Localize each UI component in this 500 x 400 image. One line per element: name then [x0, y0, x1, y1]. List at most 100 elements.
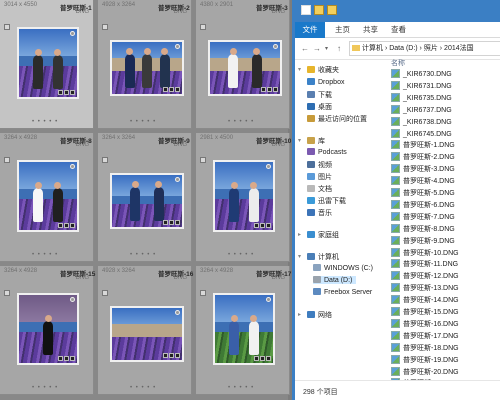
folder-icon[interactable]: [314, 5, 324, 15]
nav-documents[interactable]: 文档: [307, 184, 332, 194]
nav-freebox[interactable]: Freebox Server: [313, 288, 372, 296]
nav-network[interactable]: 网络: [307, 310, 332, 320]
flag-checkbox[interactable]: [4, 157, 10, 163]
rating-dots[interactable]: • • • • •: [32, 119, 58, 125]
nav-homegroup[interactable]: 家庭组: [307, 230, 339, 240]
file-list-item[interactable]: 普罗旺斯-2.DNG: [391, 152, 455, 163]
file-list-item[interactable]: 普罗旺斯-15.DNG: [391, 307, 459, 318]
nav-desktop[interactable]: 桌面: [307, 102, 332, 112]
nav-music[interactable]: 音乐: [307, 208, 332, 218]
rotate-icon[interactable]: [175, 177, 180, 182]
grid-thumbnail-cell[interactable]: 3264 x 4928 普罗旺斯-17 DNG • • • • •: [196, 266, 291, 395]
rotate-icon[interactable]: [175, 310, 180, 315]
file-list-item[interactable]: 普罗旺斯-11.DNG: [391, 259, 458, 270]
file-list-item[interactable]: 普罗旺斯-18.DNG: [391, 342, 459, 354]
file-list-item[interactable]: 普罗旺斯-19.DNG: [391, 354, 459, 366]
photo-thumbnail[interactable]: [110, 306, 184, 362]
file-list-item[interactable]: 普罗旺斯-14.DNG: [391, 295, 459, 306]
expand-icon[interactable]: ▸: [298, 231, 301, 238]
file-list-item[interactable]: 普罗旺斯-6.DNG: [391, 199, 455, 211]
nav-pictures[interactable]: 图片: [307, 172, 332, 182]
collapse-icon[interactable]: ▾: [298, 66, 301, 73]
photo-thumbnail[interactable]: [213, 293, 275, 365]
expand-icon[interactable]: ▸: [298, 311, 301, 318]
file-list-item[interactable]: 普罗旺斯-7.DNG: [391, 211, 455, 223]
nav-dropbox[interactable]: Dropbox: [307, 78, 344, 86]
tab-home[interactable]: 主页: [335, 24, 350, 35]
file-list-item[interactable]: 普罗旺斯-8.DNG: [391, 223, 455, 235]
new-folder-icon[interactable]: [327, 5, 337, 15]
rating-dots[interactable]: • • • • •: [228, 385, 254, 391]
nav-xunlei[interactable]: 迅雷下载: [307, 196, 346, 206]
column-header-name[interactable]: 名称: [391, 58, 405, 68]
nav-computer[interactable]: 计算机: [307, 252, 339, 262]
rating-dots[interactable]: • • • • •: [130, 385, 156, 391]
recent-dropdown-icon[interactable]: ▾: [325, 45, 328, 52]
nav-drive-d[interactable]: Data (D:): [313, 276, 357, 284]
file-list-item[interactable]: 普罗旺斯-13.DNG: [391, 283, 459, 294]
forward-arrow-icon[interactable]: →: [313, 44, 321, 53]
nav-downloads[interactable]: 下载: [307, 90, 332, 100]
rotate-icon[interactable]: [70, 31, 75, 36]
grid-thumbnail-cell[interactable]: 4380 x 2901 普罗旺斯-3 DNG • • • • •: [196, 0, 290, 129]
rating-dots[interactable]: • • • • •: [32, 385, 58, 391]
explorer-titlebar[interactable]: [295, 0, 500, 22]
file-list-item[interactable]: 普罗旺斯-9.DNG: [391, 235, 455, 247]
rotate-icon[interactable]: [70, 297, 75, 302]
nav-videos[interactable]: 视频: [307, 160, 332, 170]
tab-file[interactable]: 文件: [295, 22, 325, 38]
flag-checkbox[interactable]: [4, 290, 10, 296]
file-list-item[interactable]: 普罗旺斯-16.DNG: [391, 318, 459, 330]
photo-thumbnail[interactable]: [17, 293, 79, 365]
file-list-item[interactable]: 普罗旺斯-20.DNG: [391, 366, 459, 378]
file-list-item[interactable]: _KIR6735.DNG: [391, 92, 452, 104]
rotate-icon[interactable]: [70, 164, 75, 169]
photo-thumbnail[interactable]: [17, 27, 79, 99]
tab-view[interactable]: 查看: [391, 24, 406, 35]
rotate-icon[interactable]: [273, 44, 278, 49]
flag-checkbox[interactable]: [4, 24, 10, 30]
file-list-item[interactable]: _KIR6730.DNG: [391, 69, 452, 80]
grid-thumbnail-cell[interactable]: 3264 x 4928 普罗旺斯-15 DNG • • • • •: [0, 266, 95, 395]
photo-thumbnail[interactable]: [213, 160, 275, 232]
photo-thumbnail[interactable]: [17, 160, 79, 232]
rotate-icon[interactable]: [266, 164, 271, 169]
rotate-icon[interactable]: [266, 297, 271, 302]
nav-favorites[interactable]: 收藏夹: [307, 65, 339, 75]
grid-thumbnail-cell[interactable]: 3264 x 4928 普罗旺斯-8 DNG • • • • •: [0, 133, 94, 262]
grid-thumbnail-cell[interactable]: 2981 x 4500 普罗旺斯-10 DNG • • • • •: [196, 133, 291, 262]
file-list-item[interactable]: 普罗旺斯-1.DNG: [391, 140, 455, 151]
file-list-item[interactable]: _KIR6737.DNG: [391, 104, 452, 116]
grid-thumbnail-cell[interactable]: 3014 x 4550 普罗旺斯-1 DNG • • • • •: [0, 0, 94, 129]
up-arrow-icon[interactable]: ↑: [337, 44, 341, 53]
nav-drive-c[interactable]: WINDOWS (C:): [313, 264, 373, 272]
file-list-item[interactable]: 普罗旺斯-4.DNG: [391, 176, 455, 187]
grid-thumbnail-cell[interactable]: 4928 x 3264 普罗旺斯-2 DNG • • • • •: [98, 0, 192, 129]
nav-recent[interactable]: 最近访问的位置: [307, 114, 367, 124]
flag-checkbox[interactable]: [200, 157, 206, 163]
properties-icon[interactable]: [301, 5, 311, 15]
nav-libraries[interactable]: 库: [307, 136, 325, 146]
file-list-item[interactable]: _KIR6745.DNG: [391, 128, 452, 140]
collapse-icon[interactable]: ▾: [298, 253, 301, 260]
tab-share[interactable]: 共享: [363, 24, 378, 35]
rating-dots[interactable]: • • • • •: [130, 252, 156, 258]
flag-checkbox[interactable]: [102, 24, 108, 30]
photo-thumbnail[interactable]: [110, 40, 184, 96]
file-list-item[interactable]: 普罗旺斯-5.DNG: [391, 188, 455, 199]
file-list-item[interactable]: 普罗旺斯-10.DNG: [391, 247, 459, 259]
back-arrow-icon[interactable]: ←: [301, 44, 309, 53]
grid-thumbnail-cell[interactable]: 4928 x 3264 普罗旺斯-16 DNG • • • • •: [98, 266, 193, 395]
file-list-item[interactable]: 普罗旺斯-3.DNG: [391, 164, 455, 175]
collapse-icon[interactable]: ▾: [298, 137, 301, 144]
file-list-item[interactable]: 普罗旺斯-12.DNG: [391, 271, 459, 282]
photo-thumbnail[interactable]: [110, 173, 184, 229]
grid-thumbnail-cell[interactable]: 3264 x 3264 普罗旺斯-9 DNG • • • • •: [98, 133, 192, 262]
rating-dots[interactable]: • • • • •: [228, 252, 254, 258]
nav-podcasts[interactable]: Podcasts: [307, 148, 347, 156]
flag-checkbox[interactable]: [102, 157, 108, 163]
flag-checkbox[interactable]: [102, 290, 108, 296]
flag-checkbox[interactable]: [200, 290, 206, 296]
file-list-item[interactable]: 普罗旺斯-17.DNG: [391, 330, 459, 342]
file-list-item[interactable]: _KIR6731.DNG: [391, 80, 452, 92]
